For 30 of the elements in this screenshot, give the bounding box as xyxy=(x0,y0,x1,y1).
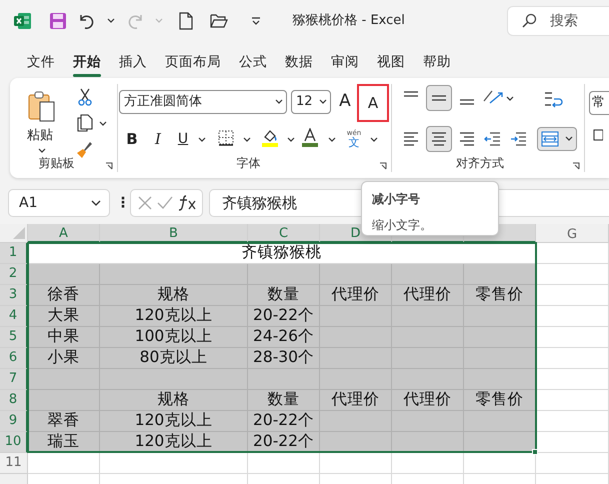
table-cell: 120克以上 xyxy=(100,432,248,453)
table-cell: 120克以上 xyxy=(100,411,248,432)
table-cell: 80克以上 xyxy=(100,348,248,369)
table-cell: 28-30个 xyxy=(248,348,320,369)
table-cell: 翠香 xyxy=(28,411,100,432)
table-cell: 大果 xyxy=(28,306,100,327)
table-cell: 徐香 xyxy=(28,285,100,306)
table-cell: 数量 xyxy=(248,285,320,306)
table-cell: 代理价 xyxy=(392,285,464,306)
window-title: 猕猴桃价格 - Excel xyxy=(292,12,405,30)
table-cell: 数量 xyxy=(248,390,320,411)
table-cell: 代理价 xyxy=(320,390,392,411)
table-cell: 100克以上 xyxy=(100,327,248,348)
tooltip-title: 减小字号 xyxy=(372,192,420,206)
table-cell: 20-22个 xyxy=(248,432,320,453)
group-label: 剪贴板 xyxy=(38,155,76,172)
table-cell: 20-22个 xyxy=(248,306,320,327)
table-cell: 规格 xyxy=(100,390,248,411)
table-cell: 规格 xyxy=(100,285,248,306)
table-cell: 20-22个 xyxy=(248,411,320,432)
group-label: 字体 xyxy=(236,155,262,172)
table-cell: 零售价 xyxy=(464,285,536,306)
table-cell: 小果 xyxy=(28,348,100,369)
table-cell: 代理价 xyxy=(392,390,464,411)
table-cell: 120克以上 xyxy=(100,306,248,327)
table-cell: 代理价 xyxy=(320,285,392,306)
table-cell: 中果 xyxy=(28,327,100,348)
table-cell: 24-26个 xyxy=(248,327,320,348)
table-cell: 零售价 xyxy=(464,390,536,411)
group-label: 对齐方式 xyxy=(455,155,505,172)
